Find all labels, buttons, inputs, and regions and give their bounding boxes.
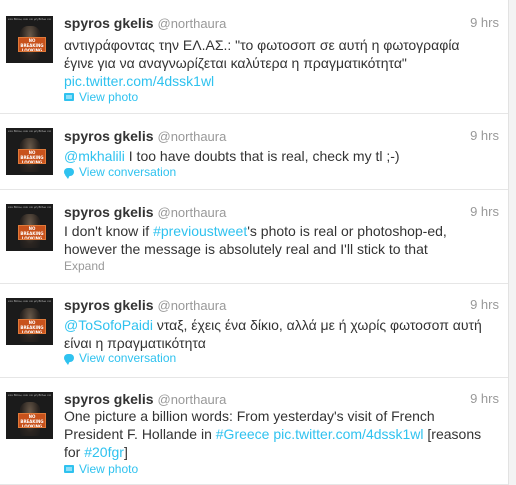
tweet-link[interactable]: pic.twitter.com/4dssk1wl (64, 73, 214, 89)
avatar[interactable]: και θέλω, και να μη θέλω να πάω NO BREAKI… (6, 204, 53, 251)
tweet-text: @mkhalili I too have doubts that is real… (64, 147, 484, 165)
tweet-item[interactable]: και θέλω, και να μη θέλω να πάω NO BREAKI… (0, 284, 509, 378)
tweet-timestamp[interactable]: 9 hrs (470, 297, 499, 312)
view-conversation-link[interactable]: View conversation (64, 351, 176, 365)
tweet-link[interactable]: #previoustweet (153, 223, 247, 239)
tweet-timestamp[interactable]: 9 hrs (470, 204, 499, 219)
tweet-text: I don't know if #previoustweet's photo i… (64, 222, 484, 258)
view-photo-link[interactable]: View photo (64, 90, 138, 104)
avatar-sign: NO BREAKING LOOKING (18, 149, 46, 164)
user-name[interactable]: spyros gkelis (64, 128, 154, 144)
user-handle[interactable]: @northaura (158, 298, 227, 313)
photo-icon (64, 465, 74, 473)
tweet-text-segment: ] (123, 444, 128, 460)
expand-link[interactable]: Expand (64, 259, 105, 273)
user-name[interactable]: spyros gkelis (64, 297, 154, 313)
tweet-item[interactable]: και θέλω, και να μη θέλω να πάω NO BREAKI… (0, 114, 509, 190)
action-label: View conversation (79, 351, 177, 365)
tweet-timestamp[interactable]: 9 hrs (470, 128, 499, 143)
tweet-header: spyros gkelis @northaura 9 hrs (64, 297, 499, 317)
tweet-feed: και θέλω, και να μη θέλω να πάω NO BREAKI… (0, 0, 509, 485)
scrollbar[interactable] (508, 0, 516, 485)
tweet-link[interactable]: #Greece (216, 426, 270, 442)
avatar-sign: NO BREAKING LOOKING (18, 225, 46, 240)
action-label: Expand (64, 259, 105, 273)
tweet-text-segment: αντιγράφοντας την ΕΛ.ΑΣ.: "το φωτοσοπ σε… (64, 37, 460, 71)
tweet-item[interactable]: και θέλω, και να μη θέλω να πάω NO BREAKI… (0, 190, 509, 284)
tweet-text-segment: I too have doubts that is real, check my… (124, 148, 400, 164)
avatar-caption: και θέλω, και να μη θέλω να πάω (8, 18, 51, 21)
user-handle[interactable]: @northaura (158, 16, 227, 31)
view-photo-link[interactable]: View photo (64, 462, 138, 476)
tweet-link[interactable]: pic.twitter.com/4dssk1wl (273, 426, 423, 442)
conversation-icon (64, 354, 74, 365)
tweet-text-segment: I don't know if (64, 223, 154, 239)
user-handle[interactable]: @northaura (158, 129, 227, 144)
tweet-timestamp[interactable]: 9 hrs (470, 391, 499, 406)
photo-icon (64, 93, 74, 101)
action-label: View photo (79, 462, 139, 476)
user-name[interactable]: spyros gkelis (64, 204, 154, 220)
tweet-header: spyros gkelis @northaura 9 hrs (64, 128, 499, 148)
view-conversation-link[interactable]: View conversation (64, 165, 176, 179)
tweet-link[interactable]: #20fgr (84, 444, 124, 460)
avatar[interactable]: και θέλω, και να μη θέλω να πάω NO BREAKI… (6, 392, 53, 439)
user-handle[interactable]: @northaura (158, 392, 227, 407)
avatar-caption: και θέλω, και να μη θέλω να πάω (8, 394, 51, 397)
conversation-icon (64, 168, 74, 179)
tweet-item[interactable]: και θέλω, και να μη θέλω να πάω NO BREAKI… (0, 378, 509, 485)
avatar[interactable]: και θέλω, και να μη θέλω να πάω NO BREAKI… (6, 128, 53, 175)
tweet-timestamp[interactable]: 9 hrs (470, 15, 499, 30)
avatar-sign: NO BREAKING LOOKING (18, 37, 46, 52)
user-name[interactable]: spyros gkelis (64, 391, 154, 407)
avatar-caption: και θέλω, και να μη θέλω να πάω (8, 130, 51, 133)
avatar-caption: και θέλω, και να μη θέλω να πάω (8, 206, 51, 209)
user-name[interactable]: spyros gkelis (64, 15, 154, 31)
action-label: View conversation (79, 165, 177, 179)
avatar[interactable]: και θέλω, και να μη θέλω να πάω NO BREAKI… (6, 16, 53, 63)
action-label: View photo (79, 90, 139, 104)
tweet-text: αντιγράφοντας την ΕΛ.ΑΣ.: "το φωτοσοπ σε… (64, 36, 484, 90)
avatar[interactable]: και θέλω, και να μη θέλω να πάω NO BREAKI… (6, 298, 53, 345)
tweet-link[interactable]: @mkhalili (64, 148, 125, 164)
avatar-sign: NO BREAKING LOOKING (18, 413, 46, 428)
tweet-text: @ToSofoPaidi νταξ, έχεις ένα δίκιο, αλλά… (64, 316, 484, 352)
avatar-caption: και θέλω, και να μη θέλω να πάω (8, 300, 51, 303)
tweet-header: spyros gkelis @northaura 9 hrs (64, 204, 499, 224)
user-handle[interactable]: @northaura (158, 205, 227, 220)
avatar-sign: NO BREAKING LOOKING (18, 319, 46, 334)
tweet-link[interactable]: @ToSofoPaidi (64, 317, 153, 333)
tweet-header: spyros gkelis @northaura 9 hrs (64, 15, 499, 35)
tweet-text: One picture a billion words: From yester… (64, 407, 484, 461)
tweet-item[interactable]: και θέλω, και να μη θέλω να πάω NO BREAKI… (0, 0, 509, 114)
